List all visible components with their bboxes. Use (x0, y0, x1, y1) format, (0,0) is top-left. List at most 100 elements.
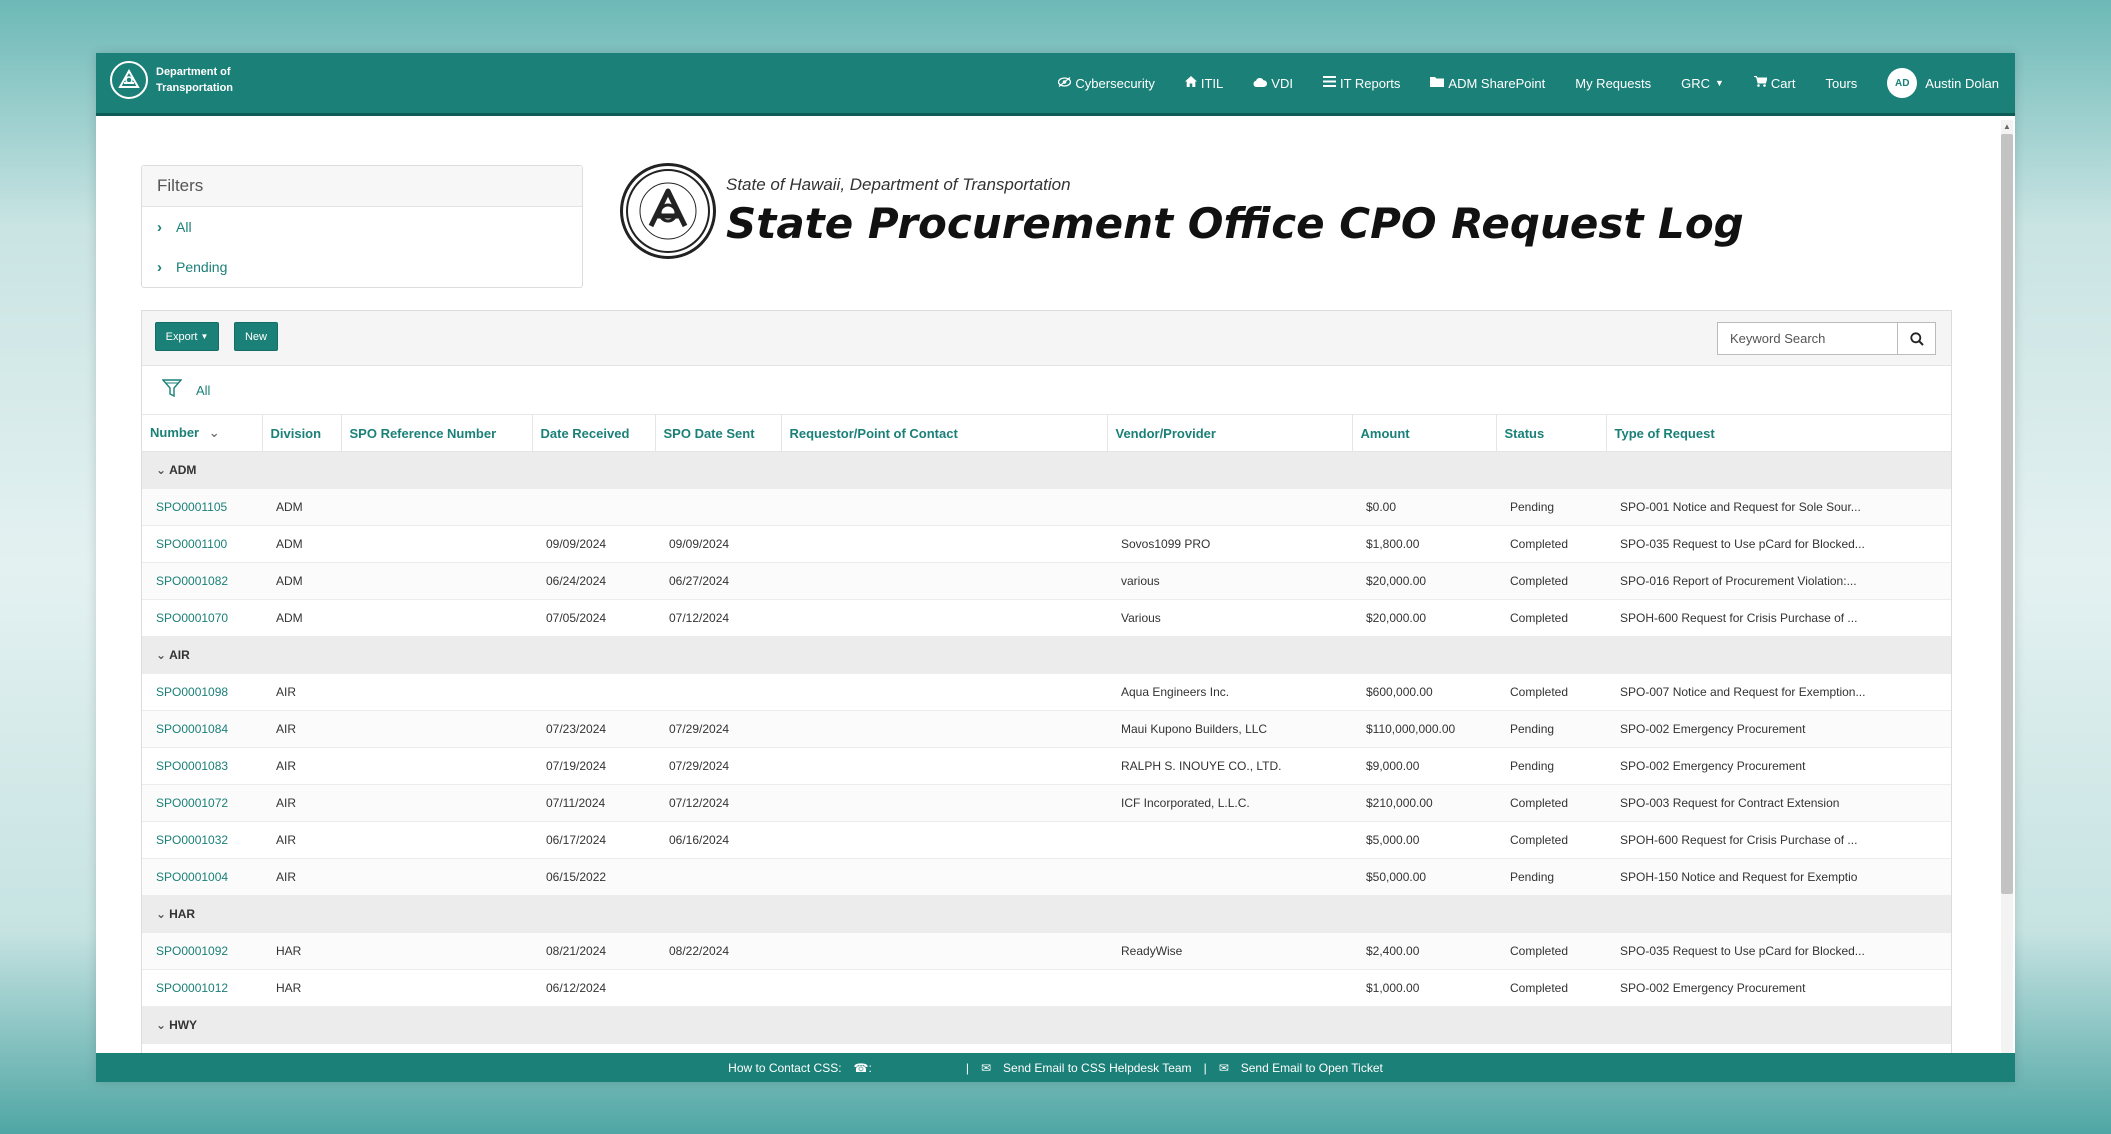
keyword-search-input[interactable] (1717, 322, 1897, 355)
cell-amount: $20,000.00 (1352, 599, 1496, 637)
group-row-hwy[interactable]: ⌄ HWY (142, 1006, 1951, 1044)
nav-label: ITIL (1200, 75, 1224, 91)
group-label: HAR (169, 907, 196, 921)
cell-division: AIR (262, 784, 341, 822)
nav-grc-dropdown[interactable]: GRC ▼ (1681, 76, 1724, 91)
nav-cybersecurity[interactable]: Cybersecurity (1058, 76, 1155, 91)
cell-number[interactable]: SPO0001070 (142, 599, 262, 637)
scroll-up-icon[interactable]: ▲ (2003, 122, 2011, 131)
scrollbar-thumb[interactable] (2001, 134, 2013, 894)
nav-vdi[interactable]: VDI (1253, 76, 1293, 91)
cell-number[interactable]: SPO0001098 (142, 673, 262, 711)
column-header-type[interactable]: Type of Request (1606, 415, 1951, 452)
table-row[interactable]: SPO0001032 AIR 06/17/2024 06/16/2024 $5,000.… (142, 821, 1951, 859)
open-ticket-email-link[interactable]: Send Email to Open Ticket (1241, 1061, 1383, 1075)
column-header-vendor[interactable]: Vendor/Provider (1107, 415, 1353, 452)
table-row[interactable]: SPO0001084 AIR 07/23/2024 07/29/2024 Maui Ku… (142, 710, 1951, 748)
cell-number[interactable]: SPO0001012 (142, 969, 262, 1007)
table-row[interactable]: SPO0001004 AIR 06/15/2022 $50,000.00 Pending… (142, 858, 1951, 896)
cell-spo-ref (341, 710, 532, 748)
column-header-spo-date-sent[interactable]: SPO Date Sent (655, 415, 782, 452)
table-row[interactable]: SPO0001083 AIR 07/19/2024 07/29/2024 RALPH S… (142, 747, 1951, 785)
cell-spo-ref (341, 747, 532, 785)
column-header-division[interactable]: Division (262, 415, 342, 452)
cell-number[interactable]: SPO0001082 (142, 562, 262, 600)
column-header-date-received[interactable]: Date Received (532, 415, 656, 452)
cell-number[interactable]: SPO0001083 (142, 747, 262, 785)
cell-amount: $5,000.00 (1352, 821, 1496, 859)
group-row-air[interactable]: ⌄ AIR (142, 636, 1951, 674)
search-button[interactable] (1897, 322, 1936, 355)
cell-number[interactable]: SPO0001105 (142, 488, 262, 526)
cell-amount: $600,000.00 (1352, 673, 1496, 711)
group-header[interactable]: ⌄ AIR (142, 636, 1951, 674)
table-row[interactable]: SPO0001092 HAR 08/21/2024 08/22/2024 ReadyWi… (142, 932, 1951, 970)
cell-amount: $1,000.00 (1352, 969, 1496, 1007)
user-name: Austin Dolan (1925, 75, 1999, 91)
funnel-icon[interactable] (161, 378, 183, 403)
group-header[interactable]: ⌄ ADM (142, 451, 1951, 489)
table-row[interactable]: SPO0001105 ADM $0.00 Pending SPO-001 Notice … (142, 488, 1951, 526)
helpdesk-email-link[interactable]: Send Email to CSS Helpdesk Team (1003, 1061, 1192, 1075)
column-header-spo-ref[interactable]: SPO Reference Number (341, 415, 533, 452)
filter-pending[interactable]: › Pending (142, 247, 582, 287)
cell-date-received: 07/05/2024 (532, 599, 655, 637)
cell-vendor: ReadyWise (1107, 932, 1352, 970)
cell-requestor (781, 525, 1107, 563)
cell-spo-ref (341, 488, 532, 526)
group-header[interactable]: ⌄ HAR (142, 895, 1951, 933)
cell-vendor: Sovos1099 PRO (1107, 525, 1352, 563)
active-filter-bar: All (142, 366, 1951, 415)
filter-all[interactable]: › All (142, 207, 582, 247)
cell-spo-ref (341, 821, 532, 859)
table-row[interactable]: SPO0001012 HAR 06/12/2024 $1,000.00 Complete… (142, 969, 1951, 1007)
table-row[interactable]: SPO0001072 AIR 07/11/2024 07/12/2024 ICF Inc… (142, 784, 1951, 822)
table-row[interactable]: SPO0001100 ADM 09/09/2024 09/09/2024 Sovos10… (142, 525, 1951, 563)
nav-tours[interactable]: Tours (1825, 76, 1857, 91)
brand-logo[interactable]: Department of Transportation (110, 61, 246, 99)
request-log-table: Number ⌄ Division SPO Reference Number D… (142, 415, 1951, 1044)
cell-number[interactable]: SPO0001092 (142, 932, 262, 970)
nav-adm-sharepoint[interactable]: ADM SharePoint (1430, 76, 1545, 91)
column-header-status[interactable]: Status (1496, 415, 1607, 452)
cell-vendor: Maui Kupono Builders, LLC (1107, 710, 1352, 748)
column-header-number[interactable]: Number ⌄ (142, 415, 263, 452)
cell-division: AIR (262, 710, 341, 748)
cell-number[interactable]: SPO0001072 (142, 784, 262, 822)
cell-date-sent: 08/22/2024 (655, 932, 781, 970)
cell-vendor: Aqua Engineers Inc. (1107, 673, 1352, 711)
cell-number[interactable]: SPO0001004 (142, 858, 262, 896)
cell-vendor (1107, 821, 1352, 859)
cell-division: HAR (262, 932, 341, 970)
group-row-har[interactable]: ⌄ HAR (142, 895, 1951, 933)
table-row[interactable]: SPO0001070 ADM 07/05/2024 07/12/2024 Various… (142, 599, 1951, 637)
column-header-amount[interactable]: Amount (1352, 415, 1497, 452)
chevron-down-icon: ⌄ (156, 907, 167, 921)
cell-division: HAR (262, 969, 341, 1007)
table-row[interactable]: SPO0001098 AIR Aqua Engineers Inc. $600,000… (142, 673, 1951, 711)
cell-division: ADM (262, 562, 341, 600)
nav-my-requests[interactable]: My Requests (1575, 76, 1651, 91)
new-button[interactable]: New (234, 322, 278, 351)
column-header-requestor[interactable]: Requestor/Point of Contact (781, 415, 1108, 452)
chevron-down-icon: ⌄ (156, 463, 167, 477)
cell-number[interactable]: SPO0001032 (142, 821, 262, 859)
cell-number[interactable]: SPO0001100 (142, 525, 262, 563)
cell-status: Completed (1496, 562, 1606, 600)
nav-itil[interactable]: ITIL (1184, 75, 1224, 91)
cell-number[interactable]: SPO0001084 (142, 710, 262, 748)
table-row[interactable]: SPO0001082 ADM 06/24/2024 06/27/2024 various… (142, 562, 1951, 600)
page-title: State Procurement Office CPO Request Log (726, 198, 1744, 248)
brand-line-1: Department of (156, 66, 231, 78)
cell-spo-ref (341, 784, 532, 822)
nav-cart[interactable]: Cart (1753, 76, 1795, 91)
nav-it-reports[interactable]: IT Reports (1322, 76, 1400, 91)
export-dropdown-button[interactable]: Export ▼ (155, 322, 219, 351)
cell-status: Completed (1496, 821, 1606, 859)
active-filter-label[interactable]: All (196, 383, 210, 398)
group-header[interactable]: ⌄ HWY (142, 1006, 1951, 1044)
group-row-adm[interactable]: ⌄ ADM (142, 451, 1951, 489)
user-menu[interactable]: AD Austin Dolan (1887, 68, 1999, 98)
cell-division: AIR (262, 673, 341, 711)
vertical-scrollbar[interactable]: ▲ (2001, 120, 2013, 1055)
